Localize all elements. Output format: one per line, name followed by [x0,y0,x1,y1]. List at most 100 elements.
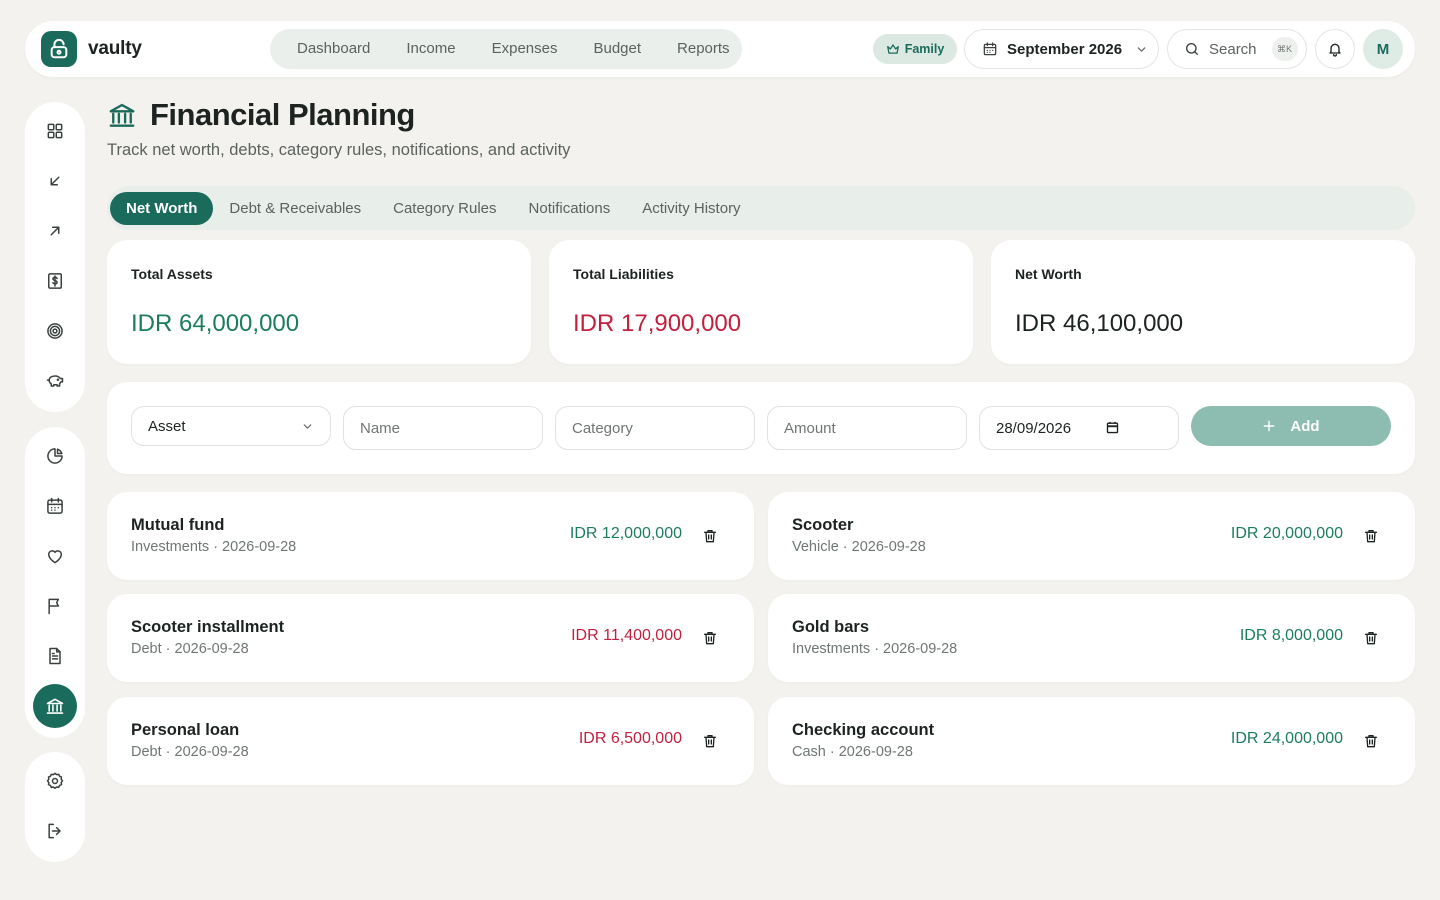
grid-icon [45,121,65,141]
sidebar-item-logout[interactable] [33,809,77,853]
chevron-down-icon [301,420,314,433]
entry-name: Mutual fund [131,516,225,534]
tab-bar: Net Worth Debt & Receivables Category Ru… [107,186,1415,230]
entry-meta: Investments · 2026-09-28 [131,539,297,555]
piggy-bank-icon [45,371,65,391]
entry-name: Personal loan [131,721,240,739]
search-label: Search [1209,40,1257,58]
nav-expenses[interactable]: Expenses [474,29,576,69]
type-select-value: Asset [148,417,186,435]
delete-button[interactable] [699,730,721,752]
delete-button[interactable] [699,627,721,649]
search-button[interactable]: Search ⌘K [1167,29,1307,69]
sidebar-item-budget[interactable] [33,259,77,303]
entry-meta: Investments · 2026-09-28 [792,641,958,657]
entry-meta: Debt · 2026-09-28 [131,641,249,657]
entry-amount: IDR 24,000,000 [1230,730,1343,747]
entry-meta: Vehicle · 2026-09-28 [792,539,926,555]
add-entry-form: Asset Name Category Amount 28/09/2026 Ad… [107,382,1415,474]
type-select[interactable]: Asset [131,406,331,446]
search-shortcut: ⌘K [1271,37,1298,61]
delete-button[interactable] [1360,730,1382,752]
entry-meta: Debt · 2026-09-28 [131,744,249,760]
calendar-picker-icon[interactable] [1105,420,1120,435]
category-placeholder: Category [572,419,633,437]
tab-debt-receivables[interactable]: Debt & Receivables [213,192,377,225]
add-button[interactable]: Add [1191,406,1391,446]
date-value: 28/09/2026 [996,419,1072,437]
nav-budget[interactable]: Budget [575,29,659,69]
arrow-up-right-icon [46,222,64,240]
amount-input[interactable]: Amount [767,406,967,450]
entry-name: Scooter [792,516,854,534]
trash-icon [1363,630,1379,646]
sidebar-item-savings[interactable] [33,359,77,403]
tab-activity-history[interactable]: Activity History [626,192,756,225]
trash-icon [702,733,718,749]
sidebar-item-analytics[interactable] [33,434,77,478]
sidebar-item-goals[interactable] [33,309,77,353]
entry-card: Checking account Cash · 2026-09-28 IDR 2… [768,697,1415,785]
settings-icon [45,771,65,791]
page-subtitle: Track net worth, debts, category rules, … [107,141,571,159]
page-title: Financial Planning [150,97,415,132]
sidebar-item-dashboard[interactable] [33,109,77,153]
chevron-down-icon [1135,43,1148,56]
entry-name: Checking account [792,721,935,739]
entry-amount: IDR 8,000,000 [1239,627,1343,644]
sidebar-item-income[interactable] [33,159,77,203]
stat-label: Total Assets [131,266,213,282]
tab-net-worth[interactable]: Net Worth [110,191,214,225]
sidebar-item-documents[interactable] [33,634,77,678]
main-nav: Dashboard Income Expenses Budget Reports [270,29,742,69]
bank-icon [107,100,137,130]
plus-icon [1262,419,1276,433]
entry-amount: IDR 20,000,000 [1230,525,1343,542]
net-worth-card: Net Worth IDR 46,100,000 [991,240,1415,364]
delete-button[interactable] [699,525,721,547]
month-label: September 2026 [1007,40,1123,58]
name-input[interactable]: Name [343,406,543,450]
pie-chart-icon [45,446,65,466]
sidebar-item-settings[interactable] [33,759,77,803]
bell-icon [1327,41,1343,57]
stat-value: IDR 46,100,000 [1015,310,1184,337]
trash-icon [702,528,718,544]
sidebar-item-milestones[interactable] [33,584,77,628]
brand-name: vaulty [88,38,142,59]
entry-card: Mutual fund Investments · 2026-09-28 IDR… [107,492,754,580]
entry-amount: IDR 6,500,000 [578,730,682,747]
nav-dashboard[interactable]: Dashboard [279,29,388,69]
sidebar-item-wishlist[interactable] [33,534,77,578]
month-picker[interactable]: September 2026 [964,29,1159,69]
date-input[interactable]: 28/09/2026 [979,406,1179,450]
tab-category-rules[interactable]: Category Rules [377,192,512,225]
calendar-icon [45,496,65,516]
delete-button[interactable] [1360,525,1382,547]
avatar[interactable]: M [1363,29,1403,69]
notifications-button[interactable] [1315,29,1355,69]
entry-card: Personal loan Debt · 2026-09-28 IDR 6,50… [107,697,754,785]
document-icon [45,646,65,666]
amount-placeholder: Amount [784,419,836,437]
tab-notifications[interactable]: Notifications [513,192,627,225]
sidebar-group-account [25,752,85,862]
category-input[interactable]: Category [555,406,755,450]
nav-reports[interactable]: Reports [659,29,748,69]
sidebar-item-expenses[interactable] [33,209,77,253]
search-icon [1184,41,1200,57]
logout-icon [45,821,65,841]
sidebar-item-calendar[interactable] [33,484,77,528]
vaulty-logo-icon[interactable] [41,31,77,67]
delete-button[interactable] [1360,627,1382,649]
nav-income[interactable]: Income [388,29,473,69]
calendar-icon [982,41,998,57]
family-badge[interactable]: Family [873,34,957,64]
stat-label: Net Worth [1015,266,1082,282]
sidebar-item-financial-planning[interactable] [33,684,77,728]
top-bar: vaulty Dashboard Income Expenses Budget … [25,21,1415,77]
trash-icon [1363,733,1379,749]
crown-icon [886,42,900,56]
entry-card: Scooter installment Debt · 2026-09-28 ID… [107,594,754,682]
stat-value: IDR 64,000,000 [131,310,300,337]
